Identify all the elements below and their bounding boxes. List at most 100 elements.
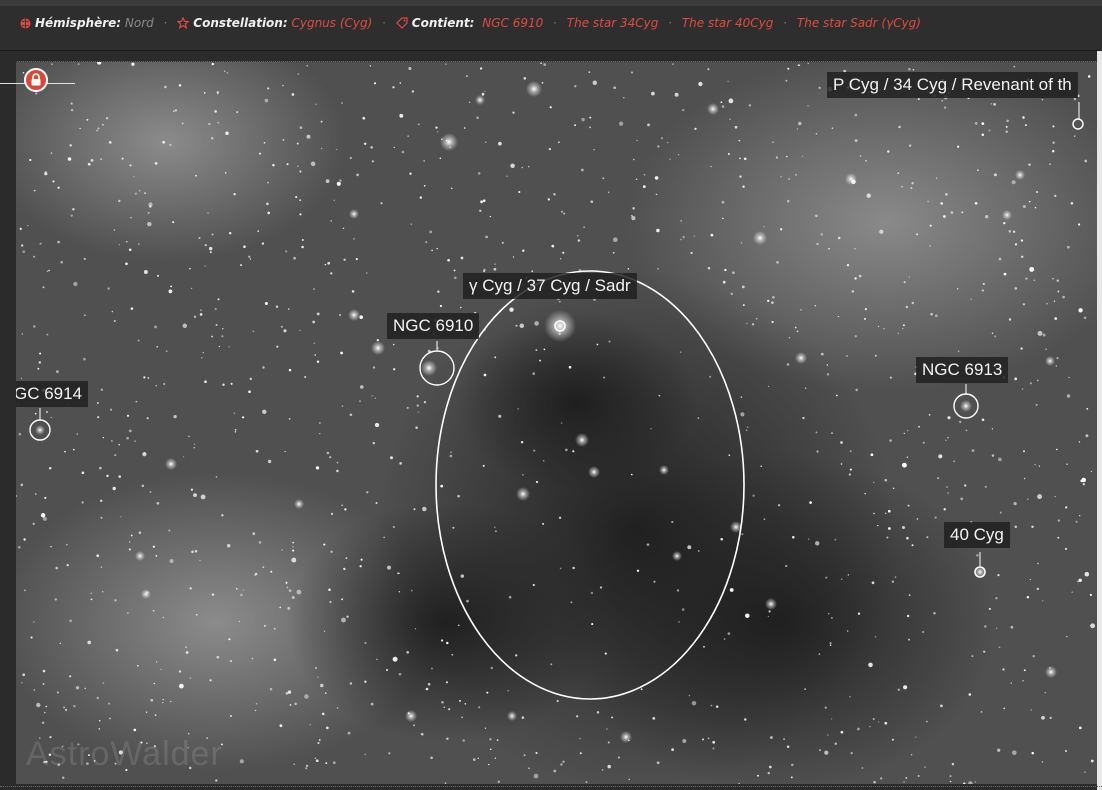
star [366, 491, 369, 494]
star [52, 180, 55, 183]
star [814, 305, 817, 307]
hemisphere-label: Hémisphère: [35, 16, 122, 30]
star [653, 580, 656, 583]
star [463, 127, 466, 129]
star [1055, 448, 1058, 451]
star [258, 152, 262, 155]
star [288, 308, 290, 310]
star [1026, 595, 1030, 599]
star [441, 700, 444, 704]
star [83, 257, 86, 260]
star [482, 464, 485, 467]
label-ngc6914[interactable]: GC 6914 [16, 381, 89, 407]
star [304, 694, 309, 699]
astro-image[interactable]: P Cyg / 34 Cyg / Revenant of th γ Cyg / … [16, 62, 1097, 784]
star [1045, 348, 1047, 351]
star [314, 667, 317, 669]
star [417, 123, 420, 126]
star [535, 480, 539, 484]
star [755, 317, 758, 320]
star [1027, 498, 1029, 501]
constellation-link[interactable]: Cygnus (Cyg) [291, 16, 372, 30]
star [42, 682, 45, 685]
star [854, 335, 857, 338]
star [903, 280, 906, 284]
star [165, 350, 168, 353]
star [1020, 255, 1024, 259]
star [1056, 279, 1060, 282]
bright-star [135, 551, 145, 561]
star [100, 158, 102, 160]
label-p-cyg[interactable]: P Cyg / 34 Cyg / Revenant of th [827, 72, 1078, 98]
scrollbar-edge[interactable] [1097, 51, 1102, 790]
star [1038, 465, 1041, 467]
star [589, 126, 591, 129]
label-ngc6913[interactable]: NGC 6913 [916, 357, 1009, 383]
star [891, 580, 895, 583]
contains-link-ngc6910[interactable]: NGC 6910 [482, 16, 543, 30]
star [33, 325, 36, 328]
star [169, 559, 174, 563]
star [790, 776, 793, 779]
star [815, 541, 820, 546]
star [86, 118, 89, 121]
star [727, 632, 731, 635]
star [1041, 99, 1044, 101]
star [690, 251, 693, 255]
star [371, 395, 373, 397]
star [1071, 591, 1073, 593]
star [1056, 357, 1059, 360]
star [707, 737, 710, 740]
star [965, 429, 968, 432]
star [113, 229, 116, 231]
bright-star [1045, 356, 1055, 366]
star [276, 345, 279, 348]
contains-link-34cyg[interactable]: The star 34Cyg [567, 16, 659, 30]
label-40-cyg[interactable]: 40 Cyg [944, 522, 1010, 548]
star [193, 315, 197, 319]
star [114, 454, 117, 457]
star [943, 508, 946, 511]
star [23, 538, 26, 541]
star [267, 459, 272, 464]
star [724, 268, 727, 272]
lock-button[interactable] [24, 68, 48, 92]
star [280, 325, 284, 328]
star [1042, 333, 1046, 337]
star [533, 773, 539, 779]
contains-link-sadr[interactable]: The star Sadr (γCyg) [797, 16, 921, 30]
star [380, 202, 383, 205]
star [941, 99, 944, 102]
star [152, 545, 155, 548]
star [558, 516, 562, 519]
star [840, 463, 843, 465]
star [772, 295, 775, 299]
contains-link-40cyg[interactable]: The star 40Cyg [682, 16, 774, 30]
separator: · [668, 16, 673, 30]
star [763, 518, 766, 520]
star [709, 375, 712, 378]
star [349, 413, 353, 417]
star [889, 439, 892, 442]
star [479, 209, 482, 212]
label-sadr[interactable]: γ Cyg / 37 Cyg / Sadr [463, 273, 637, 299]
star [285, 692, 289, 695]
star [534, 321, 539, 326]
star [947, 416, 951, 420]
star [652, 717, 656, 720]
star [336, 148, 338, 151]
star [440, 484, 444, 488]
star [214, 110, 217, 113]
star [804, 688, 806, 690]
star [847, 630, 849, 632]
label-ngc6910[interactable]: NGC 6910 [387, 313, 480, 339]
star [640, 688, 643, 691]
star [1070, 201, 1074, 205]
star [209, 251, 212, 254]
star [585, 781, 588, 784]
star [857, 727, 860, 731]
star [1003, 221, 1006, 225]
star [581, 168, 584, 172]
star [399, 462, 402, 465]
star [1051, 149, 1055, 153]
